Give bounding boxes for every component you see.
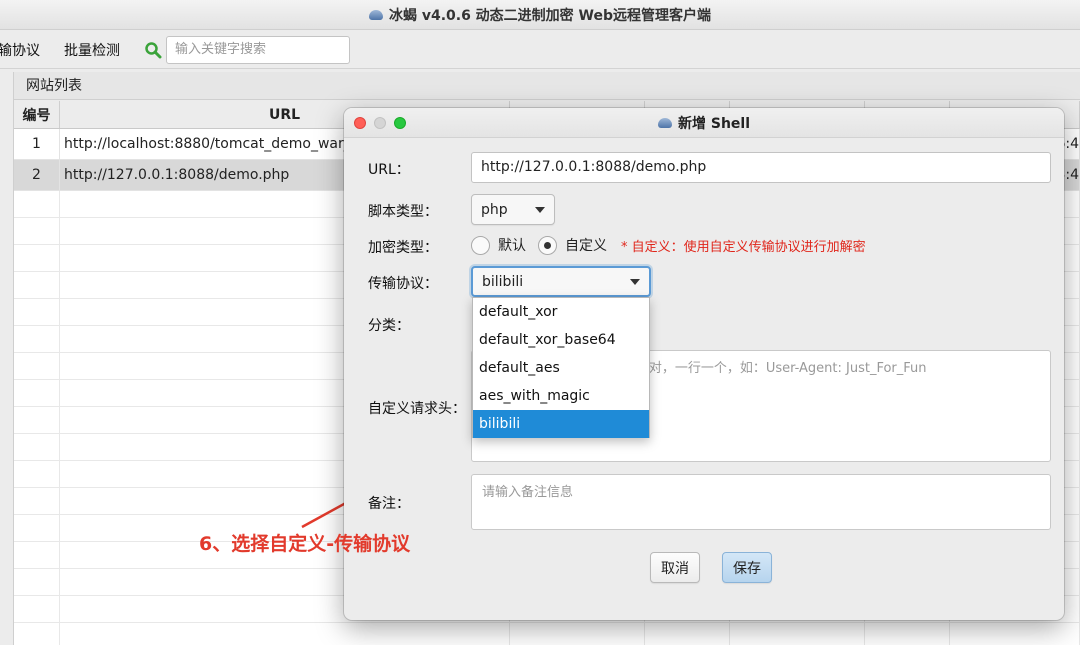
new-shell-dialog: 新增 Shell URL： http://127.0.0.1:8088/demo…: [344, 108, 1064, 620]
category-label: 分类：: [368, 318, 410, 334]
menu-transfer-protocol[interactable]: 输协议: [0, 40, 46, 60]
url-input[interactable]: http://127.0.0.1:8088/demo.php: [471, 152, 1051, 183]
toolbar: 输协议 批量检测: [0, 31, 1080, 69]
save-button[interactable]: 保存: [722, 552, 772, 583]
zoom-button[interactable]: [394, 117, 406, 129]
notes-placeholder: 请输入备注信息: [482, 485, 574, 500]
app-logo-icon: [657, 117, 672, 128]
column-header-id[interactable]: 编号: [14, 101, 60, 128]
search-input[interactable]: [166, 35, 350, 64]
protocol-label: 传输协议：: [368, 276, 438, 292]
notes-label: 备注：: [368, 496, 410, 512]
row-id: 1: [14, 129, 60, 159]
radio-default-label[interactable]: 默认: [498, 235, 526, 255]
window-controls: [354, 117, 414, 129]
site-list-title: 网站列表: [14, 72, 1080, 100]
menu-batch-check[interactable]: 批量检测: [58, 40, 126, 60]
dialog-titlebar: 新增 Shell: [344, 108, 1064, 138]
script-type-value: php: [481, 201, 508, 218]
protocol-value: bilibili: [482, 273, 524, 290]
script-type-select[interactable]: php: [471, 194, 555, 225]
protocol-dropdown-list: default_xor default_xor_base64 default_a…: [472, 297, 650, 438]
radio-custom-label[interactable]: 自定义: [565, 235, 607, 255]
chevron-down-icon: [535, 206, 545, 213]
dropdown-option[interactable]: default_xor_base64: [473, 326, 649, 354]
empty-row: [14, 623, 1080, 645]
window-titlebar: 冰蝎 v4.0.6 动态二进制加密 Web远程管理客户端: [0, 0, 1080, 30]
close-button[interactable]: [354, 117, 366, 129]
window-title: 冰蝎 v4.0.6 动态二进制加密 Web远程管理客户端: [388, 7, 712, 24]
encrypt-type-label: 加密类型：: [368, 240, 438, 256]
app-logo-icon: [368, 9, 383, 20]
dropdown-option[interactable]: default_aes: [473, 354, 649, 382]
chevron-down-icon: [630, 278, 640, 285]
minimize-button[interactable]: [374, 117, 386, 129]
protocol-select[interactable]: bilibili: [471, 266, 651, 297]
dropdown-option[interactable]: default_xor: [473, 298, 649, 326]
url-label: URL：: [368, 162, 410, 178]
dropdown-option-selected[interactable]: bilibili: [473, 410, 649, 438]
notes-textarea[interactable]: 请输入备注信息: [471, 474, 1051, 530]
headers-placeholder: alue对，一行一个，如：User-Agent: Just_For_Fun: [621, 361, 927, 376]
radio-custom[interactable]: [538, 235, 557, 255]
encrypt-hint: * 自定义：使用自定义传输协议进行加解密: [621, 239, 866, 255]
annotation-text: 6、选择自定义-传输协议: [199, 533, 411, 555]
dropdown-option[interactable]: aes_with_magic: [473, 382, 649, 410]
search-icon[interactable]: [144, 41, 162, 59]
dialog-title: 新增 Shell: [677, 115, 751, 132]
left-panel-strip: [0, 72, 14, 645]
row-id: 2: [14, 160, 60, 190]
headers-label: 自定义请求头：: [368, 401, 466, 417]
radio-default[interactable]: [471, 235, 490, 255]
cancel-button[interactable]: 取消: [650, 552, 700, 583]
script-type-label: 脚本类型：: [368, 204, 438, 220]
encrypt-type-group: 默认 自定义 * 自定义：使用自定义传输协议进行加解密: [471, 234, 866, 256]
